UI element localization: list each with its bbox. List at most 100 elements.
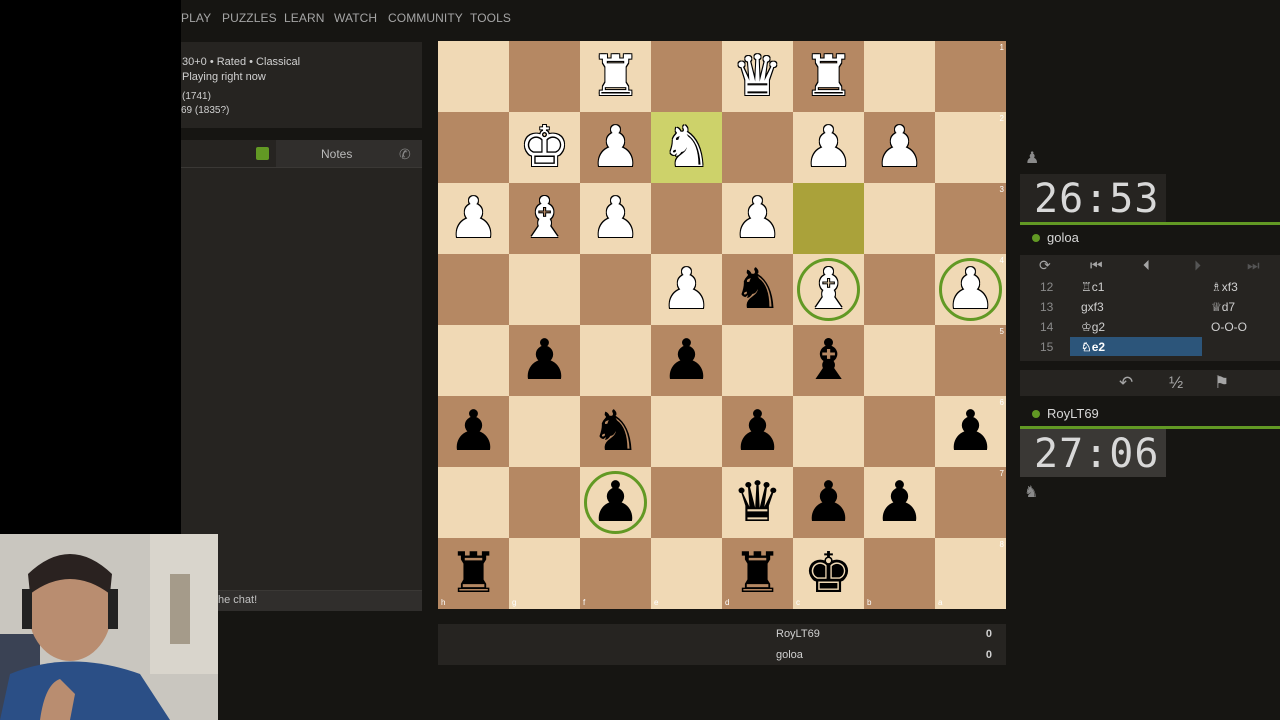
nav-watch[interactable]: WATCH <box>334 11 377 25</box>
piece-a6[interactable]: ♟ <box>935 396 1006 467</box>
piece-f2[interactable]: ♟ <box>580 112 651 183</box>
square-h2[interactable] <box>438 112 509 183</box>
move-white[interactable]: ♖c1 <box>1081 280 1104 294</box>
piece-h8[interactable]: ♜ <box>438 538 509 609</box>
takeback-icon[interactable]: ↶ <box>1119 373 1133 393</box>
square-g7[interactable] <box>509 467 580 538</box>
piece-a4[interactable]: ♟ <box>935 254 1006 325</box>
square-f8[interactable] <box>580 538 651 609</box>
square-f4[interactable] <box>580 254 651 325</box>
online-dot <box>1032 410 1040 418</box>
move-white[interactable]: gxf3 <box>1081 300 1104 314</box>
piece-f1[interactable]: ♜ <box>580 41 651 112</box>
nav-play[interactable]: PLAY <box>181 11 211 25</box>
square-b8[interactable] <box>864 538 935 609</box>
phone-icon[interactable]: ✆ <box>399 146 411 163</box>
square-f5[interactable] <box>580 325 651 396</box>
flip-board-icon[interactable]: ⟳ <box>1039 257 1051 274</box>
top-nav: PLAY PUZZLES LEARN WATCH COMMUNITY TOOLS <box>181 0 1280 36</box>
move-white-active[interactable]: ♘e2 <box>1081 340 1105 354</box>
square-e8[interactable] <box>651 538 722 609</box>
piece-h3[interactable]: ♟ <box>438 183 509 254</box>
move-black[interactable]: ♗xf3 <box>1211 280 1238 294</box>
piece-d8[interactable]: ♜ <box>722 538 793 609</box>
prev-move-icon[interactable]: ⏴ <box>1143 257 1150 274</box>
chat-toggle[interactable] <box>256 147 269 160</box>
square-e6[interactable] <box>651 396 722 467</box>
square-b4[interactable] <box>864 254 935 325</box>
square-g8[interactable] <box>509 538 580 609</box>
piece-g2[interactable]: ♚ <box>509 112 580 183</box>
square-c3[interactable] <box>793 183 864 254</box>
piece-g3[interactable]: ♝ <box>509 183 580 254</box>
square-h7[interactable] <box>438 467 509 538</box>
nav-puzzles[interactable]: PUZZLES <box>222 11 277 25</box>
piece-c7[interactable]: ♟ <box>793 467 864 538</box>
player-bottom-name[interactable]: RoyLT69 <box>1047 406 1099 421</box>
piece-c1[interactable]: ♜ <box>793 41 864 112</box>
player-top-name[interactable]: goloa <box>1047 230 1079 245</box>
file-label: b <box>867 598 872 607</box>
move-white[interactable]: ♔g2 <box>1081 320 1105 334</box>
piece-d4[interactable]: ♞ <box>722 254 793 325</box>
piece-h6[interactable]: ♟ <box>438 396 509 467</box>
rank-label: 6 <box>999 398 1004 407</box>
square-a2[interactable] <box>935 112 1006 183</box>
resign-flag-icon[interactable]: ⚑ <box>1214 373 1229 393</box>
next-move-icon[interactable]: ⏵ <box>1194 257 1201 274</box>
draw-offer-button[interactable]: ½ <box>1169 373 1183 393</box>
result-player-1[interactable]: RoyLT69 <box>776 628 820 640</box>
result-player-2[interactable]: goloa <box>776 649 803 661</box>
first-move-icon[interactable]: ⏮ <box>1090 257 1103 274</box>
piece-e4[interactable]: ♟ <box>651 254 722 325</box>
square-g6[interactable] <box>509 396 580 467</box>
piece-c8[interactable]: ♚ <box>793 538 864 609</box>
square-e7[interactable] <box>651 467 722 538</box>
square-c6[interactable] <box>793 396 864 467</box>
square-h4[interactable] <box>438 254 509 325</box>
square-g1[interactable] <box>509 41 580 112</box>
square-e1[interactable] <box>651 41 722 112</box>
square-b1[interactable] <box>864 41 935 112</box>
piece-d7[interactable]: ♛ <box>722 467 793 538</box>
move-number: 14 <box>1040 320 1054 334</box>
square-a8[interactable] <box>935 538 1006 609</box>
square-g4[interactable] <box>509 254 580 325</box>
piece-g5[interactable]: ♟ <box>509 325 580 396</box>
piece-d3[interactable]: ♟ <box>722 183 793 254</box>
piece-e5[interactable]: ♟ <box>651 325 722 396</box>
piece-c5[interactable]: ♝ <box>793 325 864 396</box>
piece-b2[interactable]: ♟ <box>864 112 935 183</box>
square-b5[interactable] <box>864 325 935 396</box>
nav-tools[interactable]: TOOLS <box>470 11 511 25</box>
white-rating[interactable]: (1741) <box>182 91 211 102</box>
piece-f7[interactable]: ♟ <box>580 467 651 538</box>
square-a3[interactable] <box>935 183 1006 254</box>
square-d2[interactable] <box>722 112 793 183</box>
square-b6[interactable] <box>864 396 935 467</box>
nav-learn[interactable]: LEARN <box>284 11 325 25</box>
move-black[interactable]: ♕d7 <box>1211 300 1235 314</box>
black-player[interactable]: 69 (1835?) <box>181 105 229 116</box>
square-b3[interactable] <box>864 183 935 254</box>
square-a5[interactable] <box>935 325 1006 396</box>
piece-d1[interactable]: ♛ <box>722 41 793 112</box>
last-move-icon[interactable]: ⏭ <box>1247 257 1260 274</box>
tab-notes[interactable]: Notes ✆ <box>276 140 422 167</box>
piece-d6[interactable]: ♟ <box>722 396 793 467</box>
piece-e2[interactable]: ♞ <box>651 112 722 183</box>
piece-f6[interactable]: ♞ <box>580 396 651 467</box>
square-d5[interactable] <box>722 325 793 396</box>
chess-board[interactable]: ♜ ♛ ♜ ♚ ♟ ♞ ♟ ♟ ♟ ♝ ♟ ♟ ♟ ♝ ♟ ♞ ♟ ♟ ♝ ♟ ♞ ♟ ♟ ♟ ♛ ♟ ♟ ♜ ♜ ♚ 1 2 3 4 5 6 7 8 h g… <box>438 41 1006 609</box>
square-a1[interactable] <box>935 41 1006 112</box>
piece-c2[interactable]: ♟ <box>793 112 864 183</box>
nav-community[interactable]: COMMUNITY <box>388 11 463 25</box>
piece-f3[interactable]: ♟ <box>580 183 651 254</box>
move-black[interactable]: O-O-O <box>1211 320 1247 334</box>
square-h5[interactable] <box>438 325 509 396</box>
piece-b7[interactable]: ♟ <box>864 467 935 538</box>
square-a7[interactable] <box>935 467 1006 538</box>
square-h1[interactable] <box>438 41 509 112</box>
square-e3[interactable] <box>651 183 722 254</box>
piece-c4[interactable]: ♝ <box>793 254 864 325</box>
